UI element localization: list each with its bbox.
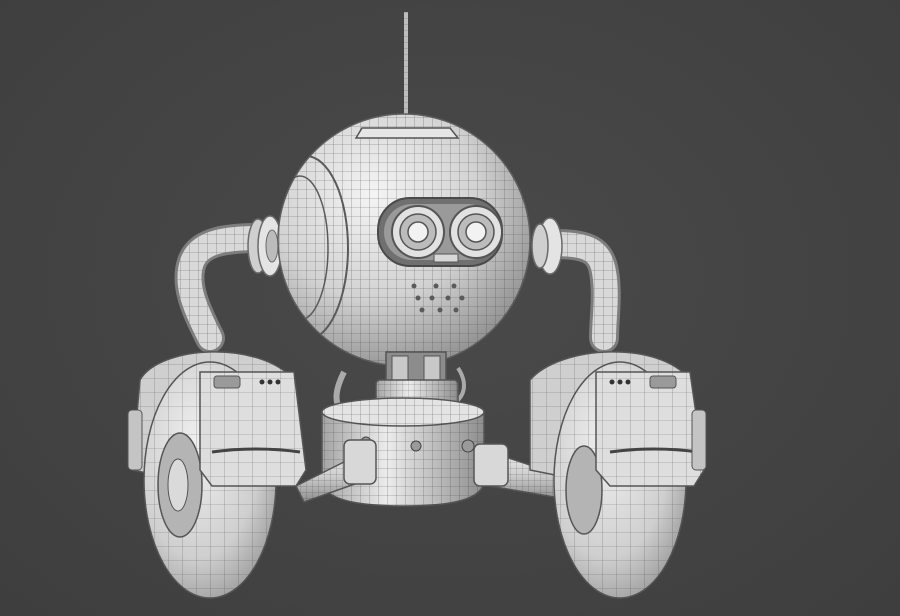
left-wheel	[127, 351, 307, 599]
right-eye	[449, 205, 503, 259]
left-eye	[391, 205, 445, 259]
antenna	[404, 12, 408, 120]
render-viewport	[0, 0, 900, 616]
robot-render	[127, 12, 707, 599]
right-wheel	[529, 351, 707, 599]
right-arm	[531, 217, 621, 353]
face-visor	[377, 197, 503, 267]
left-arm	[174, 215, 283, 353]
